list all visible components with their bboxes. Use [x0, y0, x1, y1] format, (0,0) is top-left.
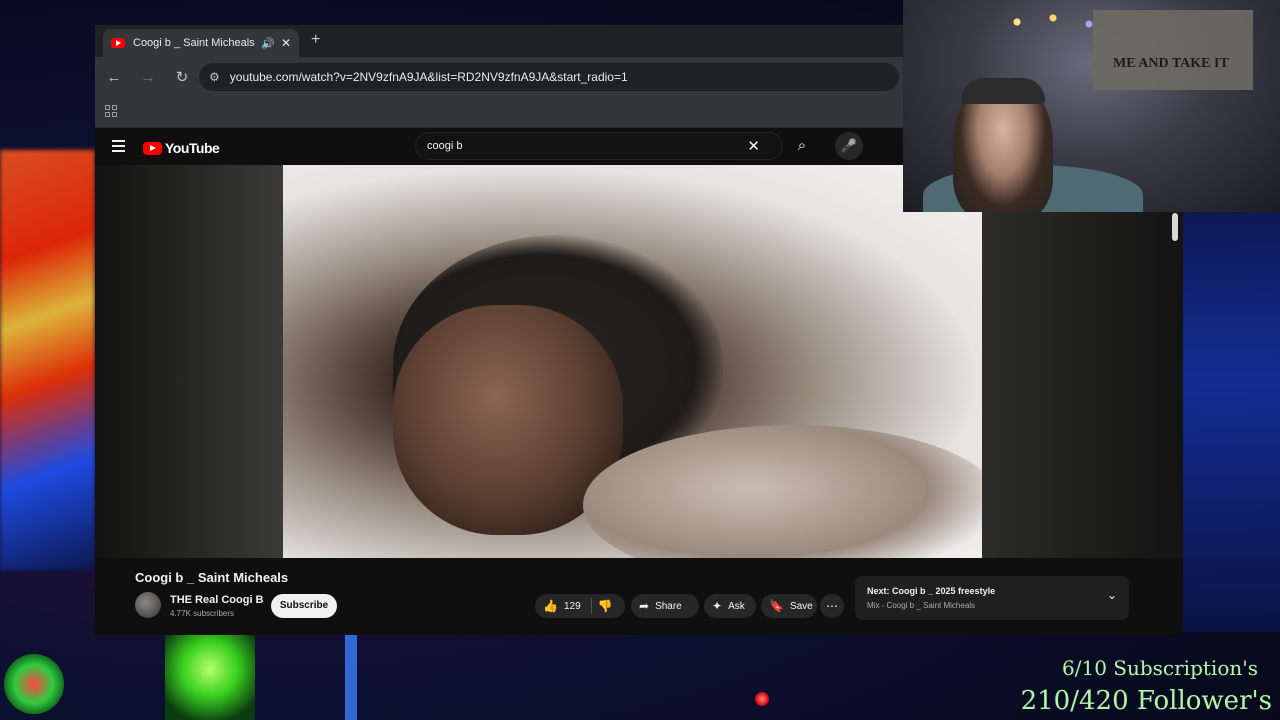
- neon-light-blue: [345, 635, 357, 720]
- youtube-logo[interactable]: YouTube: [143, 140, 220, 156]
- like-divider: [590, 598, 592, 614]
- share-icon: ➦: [639, 599, 650, 613]
- address-bar[interactable]: ⚙ youtube.com/watch?v=2NV9zfnA9JA&list=R…: [199, 63, 899, 91]
- video-title: Coogi b _ Saint Micheals: [135, 570, 289, 585]
- webcam-overlay: ME AND TAKE IT: [903, 0, 1280, 212]
- close-icon[interactable]: ✕: [281, 36, 291, 50]
- background-right: [1182, 212, 1280, 632]
- neon-sign-green: [165, 635, 255, 720]
- bookmark-icon: 🔖: [769, 599, 784, 613]
- ask-button[interactable]: ✦ Ask: [704, 594, 756, 618]
- video-player[interactable]: [95, 165, 1183, 558]
- next-title: Next: Coogi b _ 2025 freestyle: [867, 586, 995, 596]
- back-icon[interactable]: ←: [99, 69, 129, 86]
- next-subtitle: Mix - Coogi b _ Saint Micheals: [867, 601, 976, 610]
- next-up-card[interactable]: Next: Coogi b _ 2025 freestyle Mix - Coo…: [855, 576, 1129, 620]
- more-actions-button[interactable]: ⋯: [820, 594, 844, 618]
- more-icon: ⋯: [826, 599, 838, 613]
- page-scrollbar[interactable]: [1172, 213, 1178, 241]
- sparkle-icon: ✦: [712, 599, 723, 613]
- follower-goal: 210/420 Follower's: [1020, 686, 1272, 716]
- youtube-play-icon: [143, 141, 162, 155]
- video-frame[interactable]: [283, 165, 982, 558]
- forward-icon[interactable]: →: [133, 69, 163, 86]
- site-settings-icon[interactable]: ⚙: [209, 70, 220, 84]
- youtube-wordmark: YouTube: [165, 140, 220, 156]
- player-ambient-right: [982, 165, 1183, 558]
- player-ambient-left: [95, 165, 283, 558]
- tab-youtube[interactable]: Coogi b _ Saint Micheals - Y 🔊 ✕: [103, 29, 299, 57]
- new-tab-button[interactable]: +: [311, 31, 320, 49]
- string-lights: [993, 2, 1113, 42]
- search-input[interactable]: coogi b ✕: [415, 132, 783, 160]
- channel-name[interactable]: THE Real Coogi B: [170, 594, 264, 606]
- streamer-cap: [961, 78, 1045, 104]
- apps-grid-icon[interactable]: [105, 105, 117, 117]
- tab-title: Coogi b _ Saint Micheals - Y: [133, 37, 255, 49]
- clear-search-icon[interactable]: ✕: [747, 137, 760, 155]
- stream-logo-badge: [4, 654, 64, 714]
- search-icon[interactable]: ⌕: [789, 133, 815, 159]
- share-label: Share: [655, 600, 682, 612]
- like-dislike-group: 👍 129 👎: [535, 594, 625, 618]
- youtube-favicon-icon: [111, 38, 125, 48]
- flag-text: ME AND TAKE IT: [1113, 56, 1229, 71]
- search-query: coogi b: [427, 140, 463, 152]
- speaker-icon[interactable]: 🔊: [261, 37, 275, 50]
- neon-sign-left: [0, 150, 95, 570]
- ask-label: Ask: [728, 600, 745, 612]
- save-button[interactable]: 🔖 Save: [761, 594, 817, 618]
- microphone-icon[interactable]: 🎤: [835, 132, 863, 160]
- thumbs-up-icon[interactable]: 👍: [543, 599, 558, 613]
- thumbs-down-icon[interactable]: 👎: [598, 599, 613, 613]
- next-label: Next:: [867, 586, 890, 596]
- like-count[interactable]: 129: [564, 601, 581, 612]
- share-button[interactable]: ➦ Share: [631, 594, 699, 618]
- reload-icon[interactable]: ↻: [167, 68, 197, 86]
- wall-flag: [1093, 10, 1253, 90]
- subscribe-button[interactable]: Subscribe: [271, 594, 337, 618]
- next-video-title: Coogi b _ 2025 freestyle: [892, 586, 996, 596]
- save-label: Save: [789, 600, 813, 612]
- chevron-down-icon[interactable]: ⌄: [1107, 588, 1117, 602]
- red-light: [755, 692, 769, 706]
- menu-icon[interactable]: [112, 140, 125, 155]
- url-text: youtube.com/watch?v=2NV9zfnA9JA&list=RD2…: [229, 70, 628, 84]
- video-meta: Coogi b _ Saint Micheals THE Real Coogi …: [95, 558, 1183, 635]
- subscriber-count: 4.77K subscribers: [170, 609, 235, 618]
- channel-avatar[interactable]: [135, 592, 161, 618]
- subscription-goal: 6/10 Subscription's: [1062, 656, 1258, 680]
